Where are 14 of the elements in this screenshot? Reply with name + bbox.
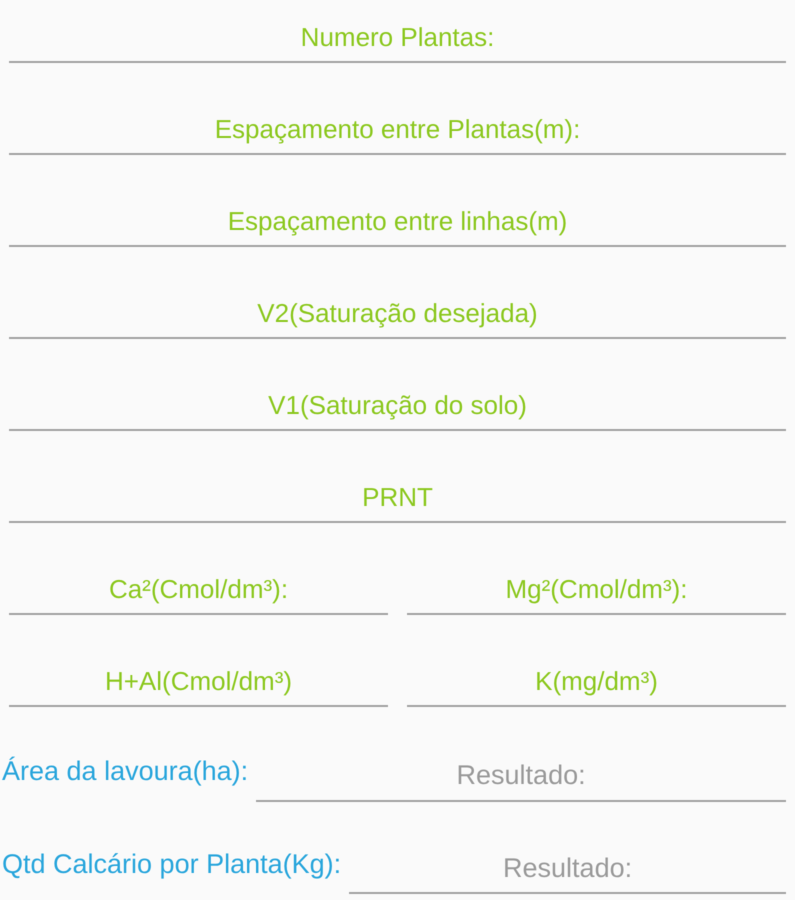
result-field[interactable]: Resultado: [256, 752, 786, 802]
input-field[interactable]: Ca²(Cmol/dm³): [9, 565, 388, 615]
input-field[interactable]: V1(Saturação do solo) [9, 381, 786, 431]
result-field[interactable]: Resultado: [349, 844, 786, 894]
input-field[interactable]: PRNT [9, 473, 786, 523]
input-field[interactable]: V2(Saturação desejada) [9, 289, 786, 339]
input-field[interactable]: Espaçamento entre linhas(m) [9, 197, 786, 247]
field-label: Qtd Calcário por Planta(Kg): [2, 848, 342, 881]
input-field[interactable]: K(mg/dm³) [407, 657, 786, 707]
field-label: Área da lavoura(ha): [2, 755, 248, 788]
input-field[interactable]: Numero Plantas: [9, 13, 786, 63]
input-field[interactable]: H+Al(Cmol/dm³) [9, 657, 388, 707]
input-field[interactable]: Mg²(Cmol/dm³): [407, 565, 786, 615]
input-field[interactable]: Espaçamento entre Plantas(m): [9, 105, 786, 155]
